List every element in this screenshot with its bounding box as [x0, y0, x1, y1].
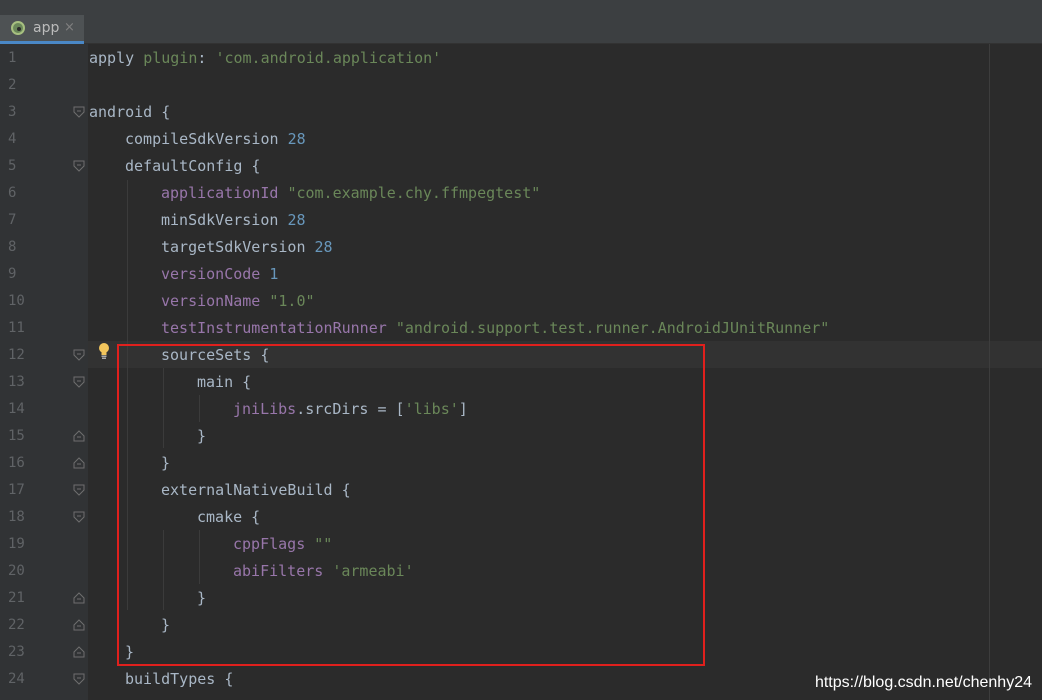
- code-line-5: defaultConfig {: [125, 157, 261, 175]
- fold-open-icon[interactable]: [73, 511, 85, 523]
- line-number: 6: [8, 185, 17, 201]
- code-line-6: applicationId "com.example.chy.ffmpegtes…: [161, 184, 541, 202]
- fold-open-icon[interactable]: [73, 160, 85, 172]
- fold-open-icon[interactable]: [73, 106, 85, 118]
- fold-close-icon[interactable]: [73, 592, 85, 604]
- line-number: 3: [8, 104, 17, 120]
- editor-tab-bar: app ×: [0, 15, 1042, 44]
- code-line-9: versionCode 1: [161, 265, 279, 283]
- line-number: 20: [8, 563, 25, 579]
- gradle-module-icon: [11, 21, 25, 35]
- fold-open-icon[interactable]: [73, 673, 85, 685]
- line-number: 24: [8, 671, 25, 687]
- line-number: 14: [8, 401, 25, 417]
- line-number: 18: [8, 509, 25, 525]
- fold-open-icon[interactable]: [73, 376, 85, 388]
- line-number: 15: [8, 428, 25, 444]
- line-number: 23: [8, 644, 25, 660]
- line-number: 8: [8, 239, 17, 255]
- line-number: 17: [8, 482, 25, 498]
- fold-close-icon[interactable]: [73, 457, 85, 469]
- line-number: 10: [8, 293, 25, 309]
- right-margin-guide: [989, 44, 990, 700]
- code-line-4: compileSdkVersion 28: [125, 130, 306, 148]
- code-line-1: apply plugin: 'com.android.application': [89, 49, 442, 67]
- code-line-24: buildTypes {: [125, 670, 234, 688]
- close-icon[interactable]: ×: [64, 20, 75, 35]
- fold-open-icon[interactable]: [73, 349, 85, 361]
- line-number: 12: [8, 347, 25, 363]
- fold-close-icon[interactable]: [73, 430, 85, 442]
- code-line-7: minSdkVersion 28: [161, 211, 306, 229]
- line-number: 19: [8, 536, 25, 552]
- line-number: 22: [8, 617, 25, 633]
- line-number: 1: [8, 50, 17, 66]
- line-number: 21: [8, 590, 25, 606]
- code-line-11: testInstrumentationRunner "android.suppo…: [161, 319, 830, 337]
- line-number: 11: [8, 320, 25, 336]
- line-number: 16: [8, 455, 25, 471]
- fold-open-icon[interactable]: [73, 484, 85, 496]
- line-number: 4: [8, 131, 17, 147]
- line-number: 2: [8, 77, 17, 93]
- line-number: 7: [8, 212, 17, 228]
- code-line-10: versionName "1.0": [161, 292, 315, 310]
- highlight-annotation-box: [117, 344, 705, 666]
- title-bar: [0, 0, 1042, 16]
- code-line-8: targetSdkVersion 28: [161, 238, 333, 256]
- fold-close-icon[interactable]: [73, 619, 85, 631]
- tab-app[interactable]: app ×: [0, 15, 84, 44]
- watermark: https://blog.csdn.net/chenhy24: [814, 674, 1032, 691]
- line-number: 13: [8, 374, 25, 390]
- code-line-3: android {: [89, 103, 171, 121]
- line-number: 9: [8, 266, 17, 282]
- tab-label: app: [33, 20, 60, 36]
- fold-close-icon[interactable]: [73, 646, 85, 658]
- lightbulb-icon[interactable]: [97, 342, 111, 360]
- line-number: 5: [8, 158, 17, 174]
